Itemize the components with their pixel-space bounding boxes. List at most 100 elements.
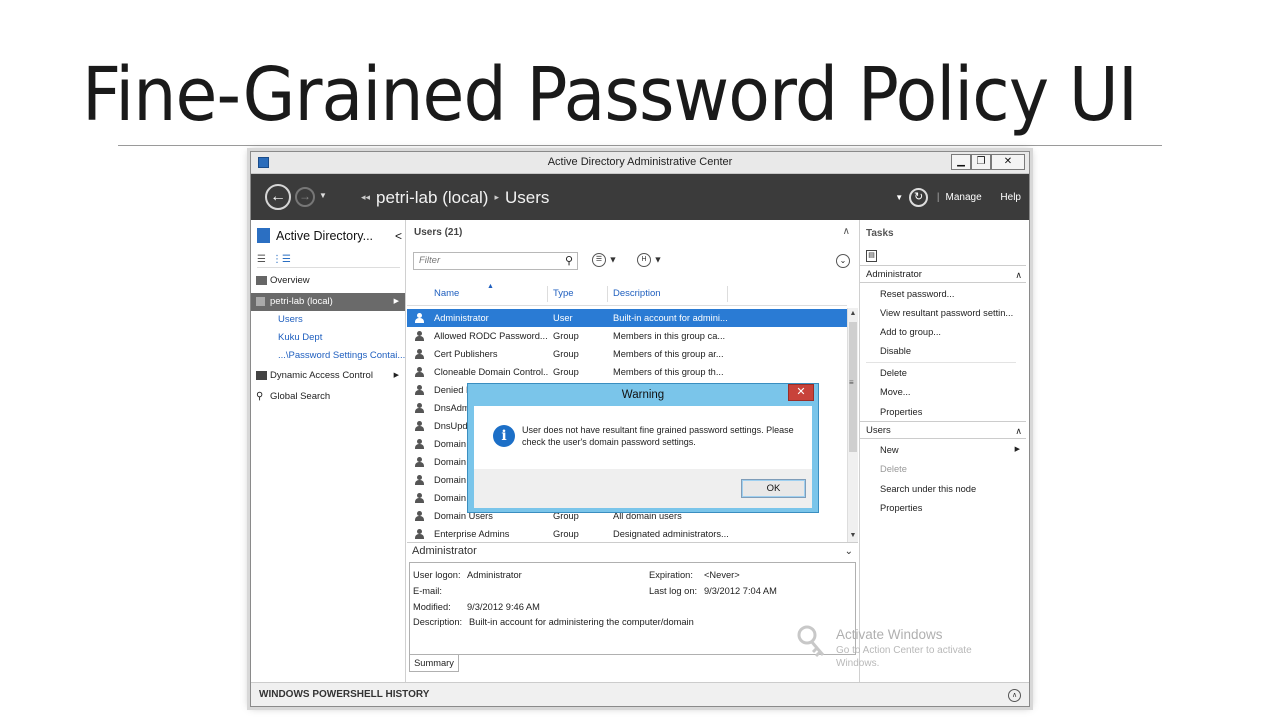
navigation-pane-header: Active Directory... < [257,228,402,248]
close-button[interactable]: ✕ [991,154,1025,170]
user-icon [414,313,425,323]
cell-type: Group [553,349,579,359]
forward-button[interactable]: → [295,187,315,207]
collapse-content-icon[interactable]: ∧ [843,226,850,237]
expand-arrow-icon[interactable]: ▶ [394,293,399,311]
chevron-down-icon[interactable]: ⌄ [845,543,853,560]
nav-item-global-search[interactable]: ⚲ Global Search [251,388,405,406]
nav-item-label: Dynamic Access Control [270,370,373,381]
task-search-under-node[interactable]: Search under this node [880,484,1020,494]
vertical-scrollbar[interactable]: ▲ ≡ ▼ [847,308,858,542]
refresh-dropdown-icon[interactable]: ▼ [895,193,903,202]
column-header-description[interactable]: Description [613,288,661,299]
expand-up-icon[interactable]: ∧ [1008,689,1021,702]
group-icon [414,349,425,359]
expiration-label: Expiration: [649,570,693,580]
arrow-right-icon: → [299,189,311,203]
user-logon-label: User logon: [413,570,461,580]
task-view-resultant-password-settings[interactable]: View resultant password settin... [880,308,1020,318]
restore-button[interactable]: ❐ [971,154,991,170]
group-icon [414,493,425,503]
tasks-pane: Tasks ▤ Administrator ∧ Reset password...… [859,220,1026,682]
dialog-footer: OK [474,469,812,508]
modified-label: Modified: [413,602,451,612]
task-reset-password[interactable]: Reset password... [880,289,1020,299]
slide-title: Fine-Grained Password Policy UI [82,52,1138,138]
scroll-up-icon[interactable]: ▲ [848,308,858,320]
nav-item-domain[interactable]: petri-lab (local) ▶ [251,293,405,311]
description-label: Description: [413,617,463,627]
nav-child-users[interactable]: Users [278,314,303,325]
domain-icon [256,297,265,306]
arrow-left-icon: ← [270,188,286,205]
expand-arrow-icon[interactable]: ▶ [394,367,399,385]
nav-item-overview[interactable]: Overview [251,272,405,290]
group-icon [414,439,425,449]
filter-placeholder: Filter [419,255,441,266]
window-title: Active Directory Administrative Center [547,156,733,168]
breadcrumb-domain[interactable]: petri-lab (local) [376,188,488,207]
collapse-pane-icon[interactable]: < [395,229,402,243]
column-header-type[interactable]: Type [553,288,574,299]
list-view-icon[interactable]: ☰ [257,254,266,265]
task-users-properties[interactable]: Properties [880,503,1020,513]
table-row[interactable]: Allowed RODC Password... Group Members in … [407,327,847,345]
save-query-button[interactable]: H ▼ [637,253,662,267]
column-divider [547,286,548,302]
chevron-up-icon[interactable]: ∧ [1015,422,1022,440]
help-menu[interactable]: Help [1000,192,1021,203]
minimize-button[interactable]: ▁ [951,154,971,170]
table-row[interactable]: Enterprise Admins Group Designated adminis… [407,525,847,543]
warning-dialog: Warning ✕ i User does not have resultant… [467,383,819,513]
manage-menu[interactable]: Manage [946,192,982,203]
table-row[interactable]: Administrator User Built-in account for ad… [407,309,847,327]
filter-input[interactable]: Filter ⚲ [413,252,578,270]
cell-type: User [553,313,573,323]
task-delete[interactable]: Delete [880,368,1020,378]
table-row[interactable]: Cert Publishers Group Members of this grou… [407,345,847,363]
ok-button[interactable]: OK [741,479,806,498]
tab-summary[interactable]: Summary [409,655,459,672]
sort-ascending-icon: ▲ [487,283,494,290]
details-header[interactable]: Administrator ⌄ [407,542,858,560]
breadcrumb-back-icon[interactable]: ◂◂ [361,192,370,202]
breadcrumb-users[interactable]: Users [505,188,549,207]
expand-filter-icon[interactable]: ⌄ [836,254,850,268]
tasks-group-administrator[interactable]: Administrator ∧ [860,265,1026,283]
view-options-button[interactable]: ☰ ▼ [592,253,617,267]
list-options-icon: ☰ [592,253,606,267]
view-toggle: ☰ ⋮☰ [257,254,297,265]
nav-item-label: Global Search [270,391,331,402]
nav-item-dynamic-access-control[interactable]: Dynamic Access Control ▶ [251,367,405,385]
refresh-icon[interactable]: ↻ [909,188,929,207]
table-row[interactable]: Cloneable Domain Control... Group Members … [407,363,847,381]
task-properties[interactable]: Properties [880,407,1020,417]
scrollbar-thumb[interactable] [849,322,857,452]
dialog-close-button[interactable]: ✕ [788,384,814,401]
description-value: Built-in account for administering the c… [469,617,694,627]
search-icon[interactable]: ⚲ [565,254,573,267]
chevron-up-icon[interactable]: ∧ [1015,266,1022,284]
nav-child-password-settings[interactable]: ...\Password Settings Contai... [278,350,405,361]
history-dropdown-icon[interactable]: ▼ [319,191,327,200]
task-new[interactable]: New ▶ [880,445,1020,455]
powershell-history-bar[interactable]: WINDOWS POWERSHELL HISTORY ∧ [251,682,1029,706]
task-move[interactable]: Move... [880,387,1020,397]
cell-description: Members in this group ca... [613,331,726,341]
nav-actions: ▼ ↻ | Manage Help [895,188,1029,208]
info-icon: i [493,425,515,447]
tasks-group-users[interactable]: Users ∧ [860,421,1026,439]
column-header-name[interactable]: Name [434,288,459,299]
tree-view-icon[interactable]: ⋮☰ [272,254,291,265]
group-icon [414,457,425,467]
cell-name: Cert Publishers [434,349,498,359]
scroll-down-icon[interactable]: ▼ [848,530,858,542]
cell-description: Built-in account for admini... [613,313,728,323]
clipboard-icon[interactable]: ▤ [866,250,877,262]
cell-description: Members of this group ar... [613,349,724,359]
task-disable[interactable]: Disable [880,346,1020,356]
back-button[interactable]: ← [265,184,291,210]
dialog-title: Warning [621,389,665,401]
nav-child-kuku-dept[interactable]: Kuku Dept [278,332,322,343]
task-add-to-group[interactable]: Add to group... [880,327,1020,337]
